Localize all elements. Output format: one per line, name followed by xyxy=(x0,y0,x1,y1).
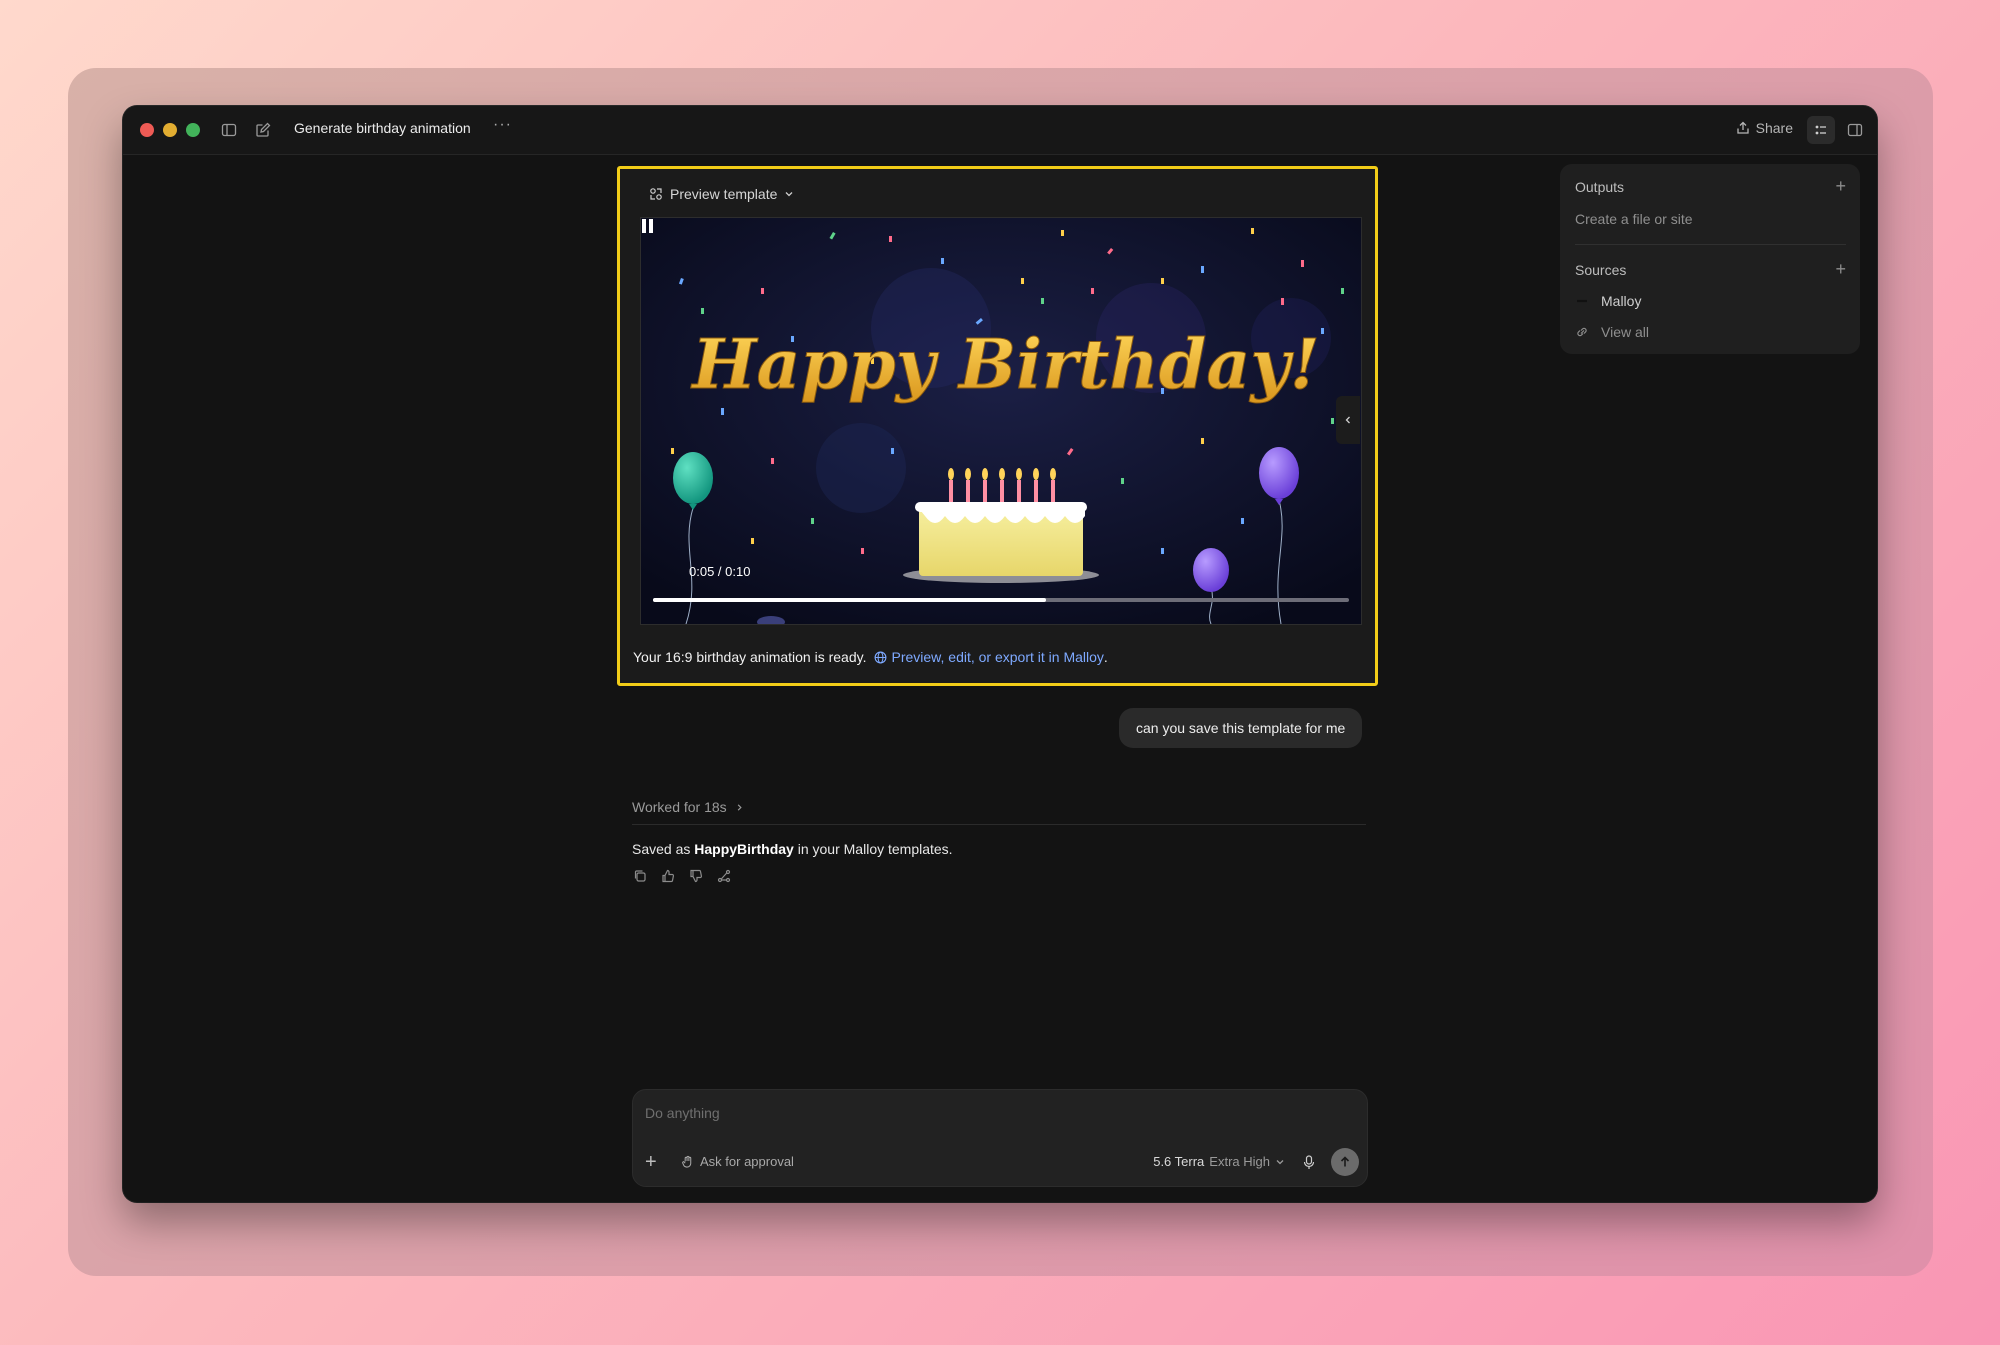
preview-card: Preview template Happy Birthday! 0:05 / … xyxy=(617,166,1378,686)
chevron-down-icon xyxy=(1276,1159,1284,1164)
arrow-up-icon xyxy=(1340,1156,1350,1167)
app-window: Generate birthday animation ··· Share Pr… xyxy=(123,106,1877,1202)
minimize-window-button[interactable] xyxy=(163,123,177,137)
ready-text: Your 16:9 birthday animation is ready. xyxy=(633,649,867,665)
copy-icon[interactable] xyxy=(632,868,648,884)
link-icon xyxy=(1577,327,1587,337)
template-icon xyxy=(650,188,662,200)
source-item-malloy[interactable]: Malloy xyxy=(1575,293,1641,309)
chevron-down-icon xyxy=(785,192,793,197)
send-button[interactable] xyxy=(1331,1148,1359,1176)
hand-icon xyxy=(682,1155,692,1168)
ready-message: Your 16:9 birthday animation is ready. P… xyxy=(633,649,1108,665)
chevron-right-icon xyxy=(737,803,742,811)
assistant-reply: Saved as HappyBirthday in your Malloy te… xyxy=(632,841,953,857)
saved-suffix: in your Malloy templates. xyxy=(793,841,953,857)
approval-label: Ask for approval xyxy=(700,1154,794,1169)
add-output-button[interactable]: + xyxy=(1835,177,1846,195)
approval-mode-button[interactable]: Ask for approval xyxy=(681,1154,794,1169)
video-time: 0:05 / 0:10 xyxy=(689,564,751,579)
window-title: Generate birthday animation xyxy=(294,120,471,136)
attach-button[interactable]: + xyxy=(645,1152,657,1172)
share-branch-icon[interactable] xyxy=(716,868,732,884)
maximize-window-button[interactable] xyxy=(186,123,200,137)
malloy-link[interactable]: Preview, edit, or export it in Malloy xyxy=(874,649,1104,665)
source-item-label: Malloy xyxy=(1601,293,1642,309)
model-selector[interactable]: 5.6 Terra Extra High xyxy=(1153,1154,1285,1169)
video-player[interactable]: Happy Birthday! 0:05 / 0:10 xyxy=(640,217,1362,625)
view-all-label: View all xyxy=(1601,324,1649,340)
video-heading: Happy Birthday! xyxy=(690,325,1320,405)
title-bar: Generate birthday animation ··· Share xyxy=(123,106,1877,155)
ready-suffix: . xyxy=(1103,649,1108,665)
user-message-bubble: can you save this template for me xyxy=(1119,708,1363,748)
list-icon xyxy=(1815,125,1826,135)
share-label: Share xyxy=(1755,120,1793,136)
model-name: 5.6 Terra xyxy=(1153,1154,1205,1169)
malloy-source-icon xyxy=(1577,299,1587,303)
more-options-button[interactable]: ··· xyxy=(493,116,512,134)
outputs-title: Outputs xyxy=(1575,179,1625,195)
globe-icon xyxy=(875,651,887,663)
chevron-left-icon xyxy=(1345,416,1350,424)
microphone-icon[interactable] xyxy=(1301,1153,1317,1171)
saved-prefix: Saved as xyxy=(632,841,695,857)
malloy-link-label: Preview, edit, or export it in Malloy xyxy=(891,649,1104,665)
outline-toggle-button[interactable] xyxy=(1807,116,1835,144)
preview-header-label: Preview template xyxy=(670,186,778,202)
right-panel-toggle-icon[interactable] xyxy=(1843,118,1867,142)
thumbs-down-icon[interactable] xyxy=(688,868,704,884)
add-source-button[interactable]: + xyxy=(1835,260,1846,278)
video-progress-bar[interactable] xyxy=(653,598,1349,602)
collapse-preview-button[interactable] xyxy=(1336,396,1360,444)
view-all-sources[interactable]: View all xyxy=(1575,324,1649,340)
message-divider xyxy=(632,824,1366,825)
reply-actions xyxy=(632,868,732,884)
thumbs-up-icon[interactable] xyxy=(660,868,676,884)
create-file-link[interactable]: Create a file or site xyxy=(1575,211,1693,227)
video-progress-fill xyxy=(653,598,1047,602)
pause-icon[interactable] xyxy=(641,218,655,234)
share-icon xyxy=(1736,121,1749,134)
effort-level: Extra High xyxy=(1209,1154,1270,1169)
share-button[interactable]: Share xyxy=(1736,120,1793,136)
context-panel: Outputs + Create a file or site Sources … xyxy=(1560,164,1860,354)
sidebar-toggle-icon[interactable] xyxy=(217,118,241,142)
preview-template-dropdown[interactable]: Preview template xyxy=(649,186,794,202)
sources-title: Sources xyxy=(1575,262,1627,278)
close-window-button[interactable] xyxy=(140,123,154,137)
prompt-input[interactable] xyxy=(643,1100,1347,1126)
panel-divider xyxy=(1575,244,1846,245)
saved-template-name: HappyBirthday xyxy=(694,841,794,857)
worked-label: Worked for 18s xyxy=(632,799,727,815)
worked-duration-toggle[interactable]: Worked for 18s xyxy=(632,799,744,815)
composer: + Ask for approval 5.6 Terra Extra High xyxy=(632,1089,1368,1187)
new-chat-icon[interactable] xyxy=(251,118,275,142)
